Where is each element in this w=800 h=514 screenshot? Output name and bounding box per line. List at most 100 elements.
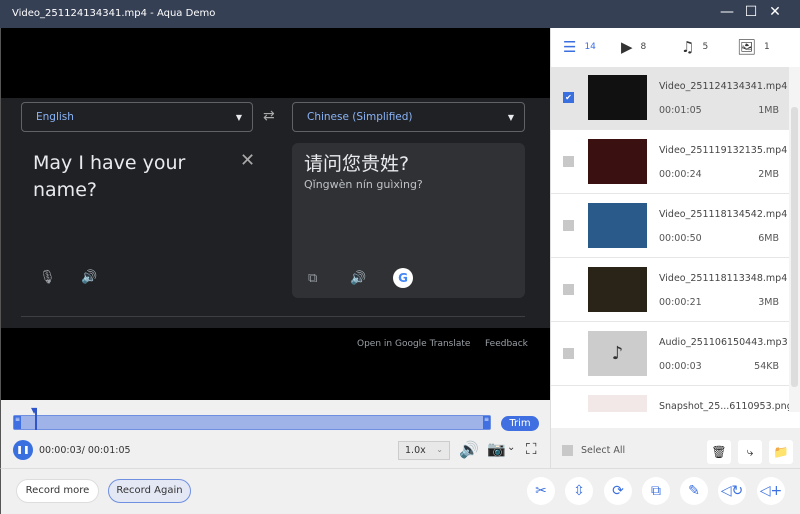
- list-item[interactable]: ✔ Video_251124134341.mp4 00:01:05 1MB: [551, 67, 789, 130]
- chevron-down-icon: ⌄: [436, 445, 443, 454]
- open-in-google-translate-link: Open in Google Translate: [357, 339, 471, 349]
- record-again-button[interactable]: Record Again: [108, 479, 191, 503]
- copy-icon: ⧉: [308, 271, 318, 286]
- checkbox[interactable]: [563, 348, 574, 359]
- swap-icon: ⇄: [263, 108, 275, 124]
- thumbnail: [588, 75, 647, 120]
- audio-convert-icon[interactable]: ◁↻: [718, 477, 746, 505]
- thumbnail: [588, 139, 647, 184]
- merge-icon[interactable]: ⇳: [565, 477, 593, 505]
- checkbox[interactable]: [563, 156, 574, 167]
- checkbox[interactable]: ✔: [563, 92, 574, 103]
- camera-icon[interactable]: 📷: [487, 440, 506, 458]
- speaker-icon: 🔊: [81, 270, 98, 285]
- record-more-button[interactable]: Record more: [16, 479, 99, 503]
- volume-boost-icon[interactable]: ◁+: [757, 477, 785, 505]
- panel-footer: Select All 🗑 ⤷ 📁: [551, 428, 800, 468]
- target-language-select: Chinese (Simplified) ▼: [292, 102, 525, 132]
- scrollbar[interactable]: [789, 67, 800, 412]
- feedback-link: Feedback: [485, 339, 528, 349]
- file-duration: 00:00:21: [659, 297, 702, 308]
- file-duration: 00:00:03: [659, 361, 702, 372]
- file-duration: 00:01:05: [659, 105, 702, 116]
- file-duration: 00:00:50: [659, 233, 702, 244]
- playhead[interactable]: ▼: [31, 406, 37, 430]
- select-all-checkbox[interactable]: [562, 445, 573, 456]
- convert-icon[interactable]: ⟳: [604, 477, 632, 505]
- file-name: Snapshot_25...6110953.png: [659, 401, 793, 412]
- delete-icon[interactable]: 🗑: [707, 440, 731, 464]
- source-language-select: English ▼: [21, 102, 253, 132]
- video-preview[interactable]: English ▼ ⇄ Chinese (Simplified) ▼ May I h…: [0, 28, 550, 400]
- speaker-icon: 🔊: [350, 271, 367, 286]
- caret-down-icon: ▼: [507, 113, 514, 122]
- trim-button[interactable]: Trim: [501, 416, 539, 431]
- file-name: Audio_251106150443.mp3: [659, 337, 788, 348]
- source-text: May I have your name?: [33, 152, 186, 201]
- microphone-icon: 🎙: [39, 270, 56, 285]
- list-item[interactable]: Snapshot_25...6110953.png: [551, 387, 793, 412]
- tab-video[interactable]: ▶ 8: [621, 38, 646, 56]
- window-title: Video_251124134341.mp4 - Aqua Demo: [12, 8, 216, 19]
- volume-icon[interactable]: 🔊: [459, 440, 479, 459]
- file-panel: ☰ 14 ▶ 8 ♫ 5 🖼 1 ✔ Video_251124134341.mp4 00:0…: [550, 28, 800, 468]
- tab-count: 14: [584, 42, 596, 52]
- file-name: Video_251118113348.mp4: [659, 273, 788, 284]
- file-size: 1MB: [758, 105, 779, 116]
- translation-box: 请问您贵姓? Qǐngwèn nín guìxìng? ⧉ 🔊 G: [292, 143, 525, 298]
- file-size: 3MB: [758, 297, 779, 308]
- player-controls: ≡ ≡ ▼ Trim ❚❚ 00:00:03/ 00:01:05 1.0x ⌄ 🔊…: [0, 400, 550, 468]
- translated-text: 请问您贵姓?: [304, 153, 410, 175]
- list-item[interactable]: Video_251118134542.mp4 00:00:50 6MB: [551, 195, 789, 258]
- close-button[interactable]: ✕: [764, 4, 786, 24]
- tab-count: 8: [640, 42, 647, 52]
- compress-icon[interactable]: ⧉: [642, 477, 670, 505]
- minimize-button[interactable]: —: [716, 4, 738, 24]
- speed-value: 1.0x: [405, 445, 426, 456]
- scrollbar-thumb[interactable]: [791, 107, 798, 387]
- move-to-folder-icon[interactable]: ⤷: [738, 440, 762, 464]
- list-icon: ☰: [563, 38, 577, 56]
- trim-end-handle[interactable]: ≡: [483, 416, 490, 429]
- target-language: Chinese (Simplified): [307, 111, 413, 123]
- checkbox[interactable]: [563, 284, 574, 295]
- romanization: Qǐngwèn nín guìxìng?: [304, 178, 423, 191]
- thumbnail: [588, 395, 647, 412]
- caret-down-icon: ▼: [235, 113, 242, 122]
- list-item[interactable]: ♪ Audio_251106150443.mp3 00:00:03 54KB: [551, 323, 789, 386]
- fullscreen-icon[interactable]: ⛶: [526, 440, 537, 458]
- file-duration: 00:00:24: [659, 169, 702, 180]
- time-display: 00:00:03/ 00:01:05: [39, 445, 131, 456]
- maximize-button[interactable]: ☐: [740, 4, 762, 24]
- trim-start-handle[interactable]: ≡: [14, 416, 21, 429]
- tab-count: 5: [702, 42, 709, 52]
- chevron-down-icon[interactable]: ⌄: [507, 442, 515, 453]
- checkbox[interactable]: [563, 220, 574, 231]
- file-size: 54KB: [754, 361, 779, 372]
- file-name: Video_251118134542.mp4: [659, 209, 788, 220]
- speed-select[interactable]: 1.0x ⌄: [398, 441, 450, 460]
- list-item[interactable]: Video_251119132135.mp4 00:00:24 2MB: [551, 131, 789, 194]
- tab-image[interactable]: 🖼 1: [737, 38, 770, 56]
- file-list: ✔ Video_251124134341.mp4 00:01:05 1MB Video…: [551, 67, 800, 412]
- file-name: Video_251124134341.mp4: [659, 81, 788, 92]
- translate-frame: English ▼ ⇄ Chinese (Simplified) ▼ May I h…: [1, 98, 550, 349]
- bottom-bar: Record more Record Again ✂ ⇳ ⟳ ⧉ ✎ ◁↻ ◁+: [0, 468, 800, 514]
- trim-timeline[interactable]: ≡ ≡: [13, 415, 491, 430]
- open-folder-icon[interactable]: 📁: [769, 440, 793, 464]
- file-name: Video_251119132135.mp4: [659, 145, 788, 156]
- tab-audio[interactable]: ♫ 5: [681, 38, 708, 56]
- trim-scissors-icon[interactable]: ✂: [527, 477, 555, 505]
- select-all-label: Select All: [581, 445, 626, 456]
- tab-all[interactable]: ☰ 14: [563, 38, 596, 56]
- clear-icon: ✕: [240, 150, 256, 171]
- source-language: English: [36, 111, 74, 123]
- title-bar: Video_251124134341.mp4 - Aqua Demo — ☐ ✕: [0, 0, 800, 28]
- music-icon: ♫: [681, 38, 695, 56]
- list-item[interactable]: Video_251118113348.mp4 00:00:21 3MB: [551, 259, 789, 322]
- video-icon: ▶: [621, 38, 633, 56]
- pause-button[interactable]: ❚❚: [13, 440, 33, 460]
- edit-icon[interactable]: ✎: [680, 477, 708, 505]
- thumbnail: [588, 267, 647, 312]
- tab-count: 1: [764, 42, 770, 52]
